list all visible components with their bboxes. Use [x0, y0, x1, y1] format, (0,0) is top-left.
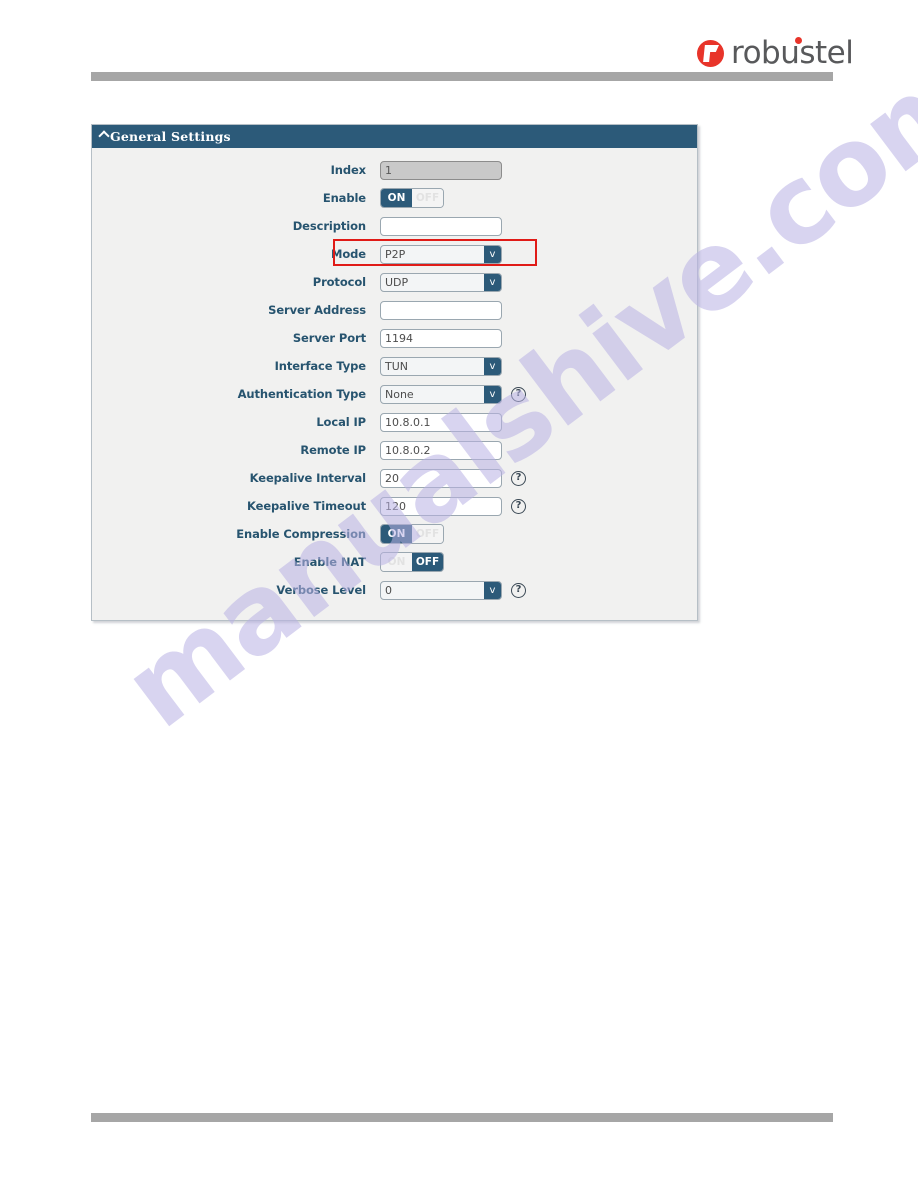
chevron-down-icon[interactable]: v: [484, 357, 501, 375]
text-input[interactable]: 10.8.0.1: [380, 412, 502, 432]
toggle-on-segment: ON: [381, 189, 412, 207]
toggle-switch[interactable]: ON OFF: [380, 552, 444, 572]
panel-body: Index 1 Enable ON OFF Description Mode P2P v Prot…: [92, 148, 697, 620]
dropdown-select[interactable]: P2P v: [380, 244, 502, 264]
text-input[interactable]: [380, 300, 502, 320]
dropdown-select[interactable]: None v: [380, 384, 502, 404]
toggle-on-segment: ON: [381, 553, 412, 571]
toggle-switch[interactable]: ON OFF: [380, 188, 444, 208]
dropdown-value: P2P: [385, 247, 406, 261]
brand-name: robustel: [731, 35, 854, 71]
field-label: Remote IP: [300, 443, 366, 457]
form-row: Server Address: [92, 296, 697, 324]
readonly-input: 1: [380, 160, 502, 180]
field-control: 10.8.0.1: [380, 412, 502, 432]
toggle-off-segment: OFF: [412, 525, 443, 543]
field-control: 10.8.0.2: [380, 440, 502, 460]
header-rule: [91, 72, 833, 81]
form-row: Enable NAT ON OFF: [92, 548, 697, 576]
form-row: Description: [92, 212, 697, 240]
field-label: Mode: [331, 247, 366, 261]
field-label: Enable: [322, 191, 366, 205]
form-row: Interface Type TUN v: [92, 352, 697, 380]
general-settings-panel: General Settings Index 1 Enable ON OFF Descri…: [91, 124, 698, 621]
field-label: Authentication Type: [237, 387, 367, 401]
field-control: 120?: [380, 496, 526, 516]
form-row: Index 1: [92, 156, 697, 184]
field-label: Verbose Level: [276, 583, 366, 597]
field-control: 1194: [380, 328, 502, 348]
field-label: Server Port: [292, 331, 366, 345]
document-page: robustel General Settings Index 1 Enable ON…: [0, 0, 918, 1188]
form-row: Protocol UDP v: [92, 268, 697, 296]
field-label: Protocol: [312, 275, 366, 289]
robustel-logo: robustel: [697, 35, 854, 71]
help-icon[interactable]: ?: [511, 470, 526, 486]
robustel-mark-icon: [697, 40, 724, 67]
panel-title: General Settings: [110, 129, 231, 144]
toggle-off-segment: OFF: [412, 553, 443, 571]
form-row: Keepalive Timeout 120?: [92, 492, 697, 520]
field-control: 20?: [380, 468, 526, 488]
footer-rule: [91, 1113, 833, 1122]
help-icon[interactable]: ?: [511, 498, 526, 514]
text-input[interactable]: 120: [380, 496, 502, 516]
field-control: TUN v: [380, 356, 502, 376]
field-label: Enable Compression: [236, 527, 366, 541]
field-label: Keepalive Interval: [249, 471, 366, 485]
form-row: Local IP 10.8.0.1: [92, 408, 697, 436]
field-control: UDP v: [380, 272, 502, 292]
field-label: Index: [330, 163, 367, 177]
chevron-down-icon[interactable]: v: [484, 385, 501, 403]
form-row: Mode P2P v: [92, 239, 697, 268]
dropdown-value: UDP: [385, 275, 409, 289]
help-icon[interactable]: ?: [511, 386, 526, 402]
field-control: None v?: [380, 384, 526, 404]
chevron-down-icon[interactable]: v: [484, 245, 501, 263]
toggle-switch[interactable]: ON OFF: [380, 524, 444, 544]
dropdown-value: 0: [385, 583, 392, 597]
field-label: Keepalive Timeout: [247, 499, 366, 513]
dropdown-value: TUN: [385, 359, 408, 373]
chevron-down-icon[interactable]: v: [484, 273, 501, 291]
help-icon[interactable]: ?: [511, 582, 526, 598]
text-input[interactable]: 1194: [380, 328, 502, 348]
form-row: Server Port 1194: [92, 324, 697, 352]
field-label: Interface Type: [274, 359, 367, 373]
form-row: Authentication Type None v?: [92, 380, 697, 408]
panel-header[interactable]: General Settings: [92, 125, 697, 148]
form-row: Remote IP 10.8.0.2: [92, 436, 697, 464]
brand-dot-icon: [795, 37, 802, 44]
form-row: Verbose Level 0 v?: [92, 576, 697, 604]
dropdown-select[interactable]: UDP v: [380, 272, 502, 292]
field-control: P2P v: [380, 244, 502, 264]
dropdown-value: None: [385, 387, 414, 401]
field-control: 0 v?: [380, 580, 526, 600]
field-control: ON OFF: [380, 188, 444, 208]
text-input[interactable]: 20: [380, 468, 502, 488]
chevron-down-icon[interactable]: v: [484, 581, 501, 599]
toggle-on-segment: ON: [381, 525, 412, 543]
text-input[interactable]: [380, 216, 502, 236]
form-row: Enable Compression ON OFF: [92, 520, 697, 548]
form-row: Enable ON OFF: [92, 184, 697, 212]
field-label: Local IP: [316, 415, 366, 429]
field-control: 1: [380, 160, 502, 180]
field-control: [380, 216, 502, 236]
field-control: ON OFF: [380, 552, 444, 572]
field-label: Server Address: [268, 303, 366, 317]
field-control: ON OFF: [380, 524, 444, 544]
field-label: Enable NAT: [293, 555, 366, 569]
field-control: [380, 300, 502, 320]
toggle-off-segment: OFF: [412, 189, 443, 207]
form-row: Keepalive Interval 20?: [92, 464, 697, 492]
dropdown-select[interactable]: 0v: [380, 580, 502, 600]
field-label: Description: [292, 219, 366, 233]
dropdown-select[interactable]: TUN v: [380, 356, 502, 376]
text-input[interactable]: 10.8.0.2: [380, 440, 502, 460]
